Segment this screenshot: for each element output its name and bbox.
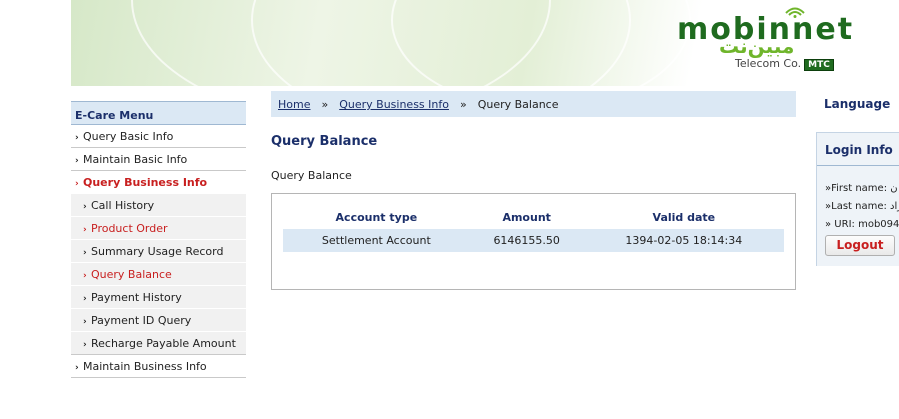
mtc-badge: MTC xyxy=(804,59,834,71)
language-selector[interactable]: Language [ xyxy=(824,97,899,111)
chevron-right-icon: › xyxy=(75,363,79,373)
breadcrumb-home-link[interactable]: Home xyxy=(278,98,310,111)
chevron-right-icon: › xyxy=(83,248,87,258)
divider xyxy=(817,165,899,166)
chevron-right-icon: › xyxy=(83,294,87,304)
cell-account-type: Settlement Account xyxy=(283,229,470,252)
balance-result-box: Account type Amount Valid date Settlemen… xyxy=(271,193,796,290)
first-name-value: ن xyxy=(890,183,898,194)
chevron-right-icon: › xyxy=(83,271,87,281)
logo-text-fa: مبین‌نت xyxy=(719,34,795,58)
menu-item-maintain-basic-info[interactable]: › Maintain Basic Info xyxy=(71,148,246,171)
submenu-item-recharge-payable-amount[interactable]: › Recharge Payable Amount xyxy=(71,332,246,355)
breadcrumb-separator: » xyxy=(321,98,329,111)
chevron-right-icon: › xyxy=(75,156,79,166)
chevron-right-icon: › xyxy=(83,225,87,235)
submenu-item-payment-id-query[interactable]: › Payment ID Query xyxy=(71,309,246,332)
balance-table: Account type Amount Valid date Settlemen… xyxy=(283,205,784,252)
submenu-item-call-history[interactable]: › Call History xyxy=(71,194,246,217)
menu-item-query-business-info[interactable]: › Query Business Info xyxy=(71,171,246,194)
last-name-line: »Last name: زاد xyxy=(825,201,899,212)
uri-value: mob0948 xyxy=(858,219,899,230)
submenu-item-payment-history[interactable]: › Payment History xyxy=(71,286,246,309)
mobinnet-logo: mobinnet مبین‌نت Telecom Co. MTC xyxy=(669,4,899,82)
menu-item-maintain-business-info[interactable]: › Maintain Business Info xyxy=(71,355,246,378)
page-title: Query Balance xyxy=(271,134,378,149)
column-header-account-type: Account type xyxy=(335,210,418,224)
column-header-amount: Amount xyxy=(502,210,551,224)
section-label: Query Balance xyxy=(271,169,352,182)
ecare-menu: E-Care Menu › Query Basic Info › Maintain … xyxy=(71,101,246,378)
last-name-value: زاد xyxy=(890,201,899,212)
table-row: Settlement Account 6146155.50 1394-02-05… xyxy=(283,229,784,252)
menu-title: E-Care Menu xyxy=(71,101,246,125)
submenu-item-query-balance[interactable]: › Query Balance xyxy=(71,263,246,286)
submenu-item-summary-usage-record[interactable]: › Summary Usage Record xyxy=(71,240,246,263)
cell-valid-date: 1394-02-05 18:14:34 xyxy=(583,229,784,252)
chevron-right-icon: › xyxy=(75,133,79,143)
breadcrumb: Home » Query Business Info » Query Balance xyxy=(271,91,796,117)
uri-line: » URI: mob0948 xyxy=(825,219,899,230)
breadcrumb-current: Query Balance xyxy=(477,98,559,111)
chevron-right-icon: › xyxy=(75,179,79,189)
header-banner: mobinnet مبین‌نت Telecom Co. MTC xyxy=(71,0,899,86)
login-info-panel: Login Info »First name: ن »Last name: زا… xyxy=(816,132,899,266)
first-name-line: »First name: ن xyxy=(825,183,898,194)
menu-item-query-basic-info[interactable]: › Query Basic Info xyxy=(71,125,246,148)
chevron-right-icon: › xyxy=(83,202,87,212)
table-header-row: Account type Amount Valid date xyxy=(283,205,784,229)
chevron-right-icon: › xyxy=(83,340,87,350)
breadcrumb-separator: » xyxy=(459,98,467,111)
chevron-right-icon: › xyxy=(83,317,87,327)
login-info-title: Login Info xyxy=(825,143,893,157)
breadcrumb-query-business-info-link[interactable]: Query Business Info xyxy=(339,98,449,111)
cell-amount: 6146155.50 xyxy=(469,229,584,252)
column-header-valid-date: Valid date xyxy=(652,210,716,224)
logout-button[interactable]: Logout xyxy=(825,235,895,256)
submenu-item-product-order[interactable]: › Product Order xyxy=(71,217,246,240)
telecom-caption: Telecom Co. MTC xyxy=(735,57,834,71)
